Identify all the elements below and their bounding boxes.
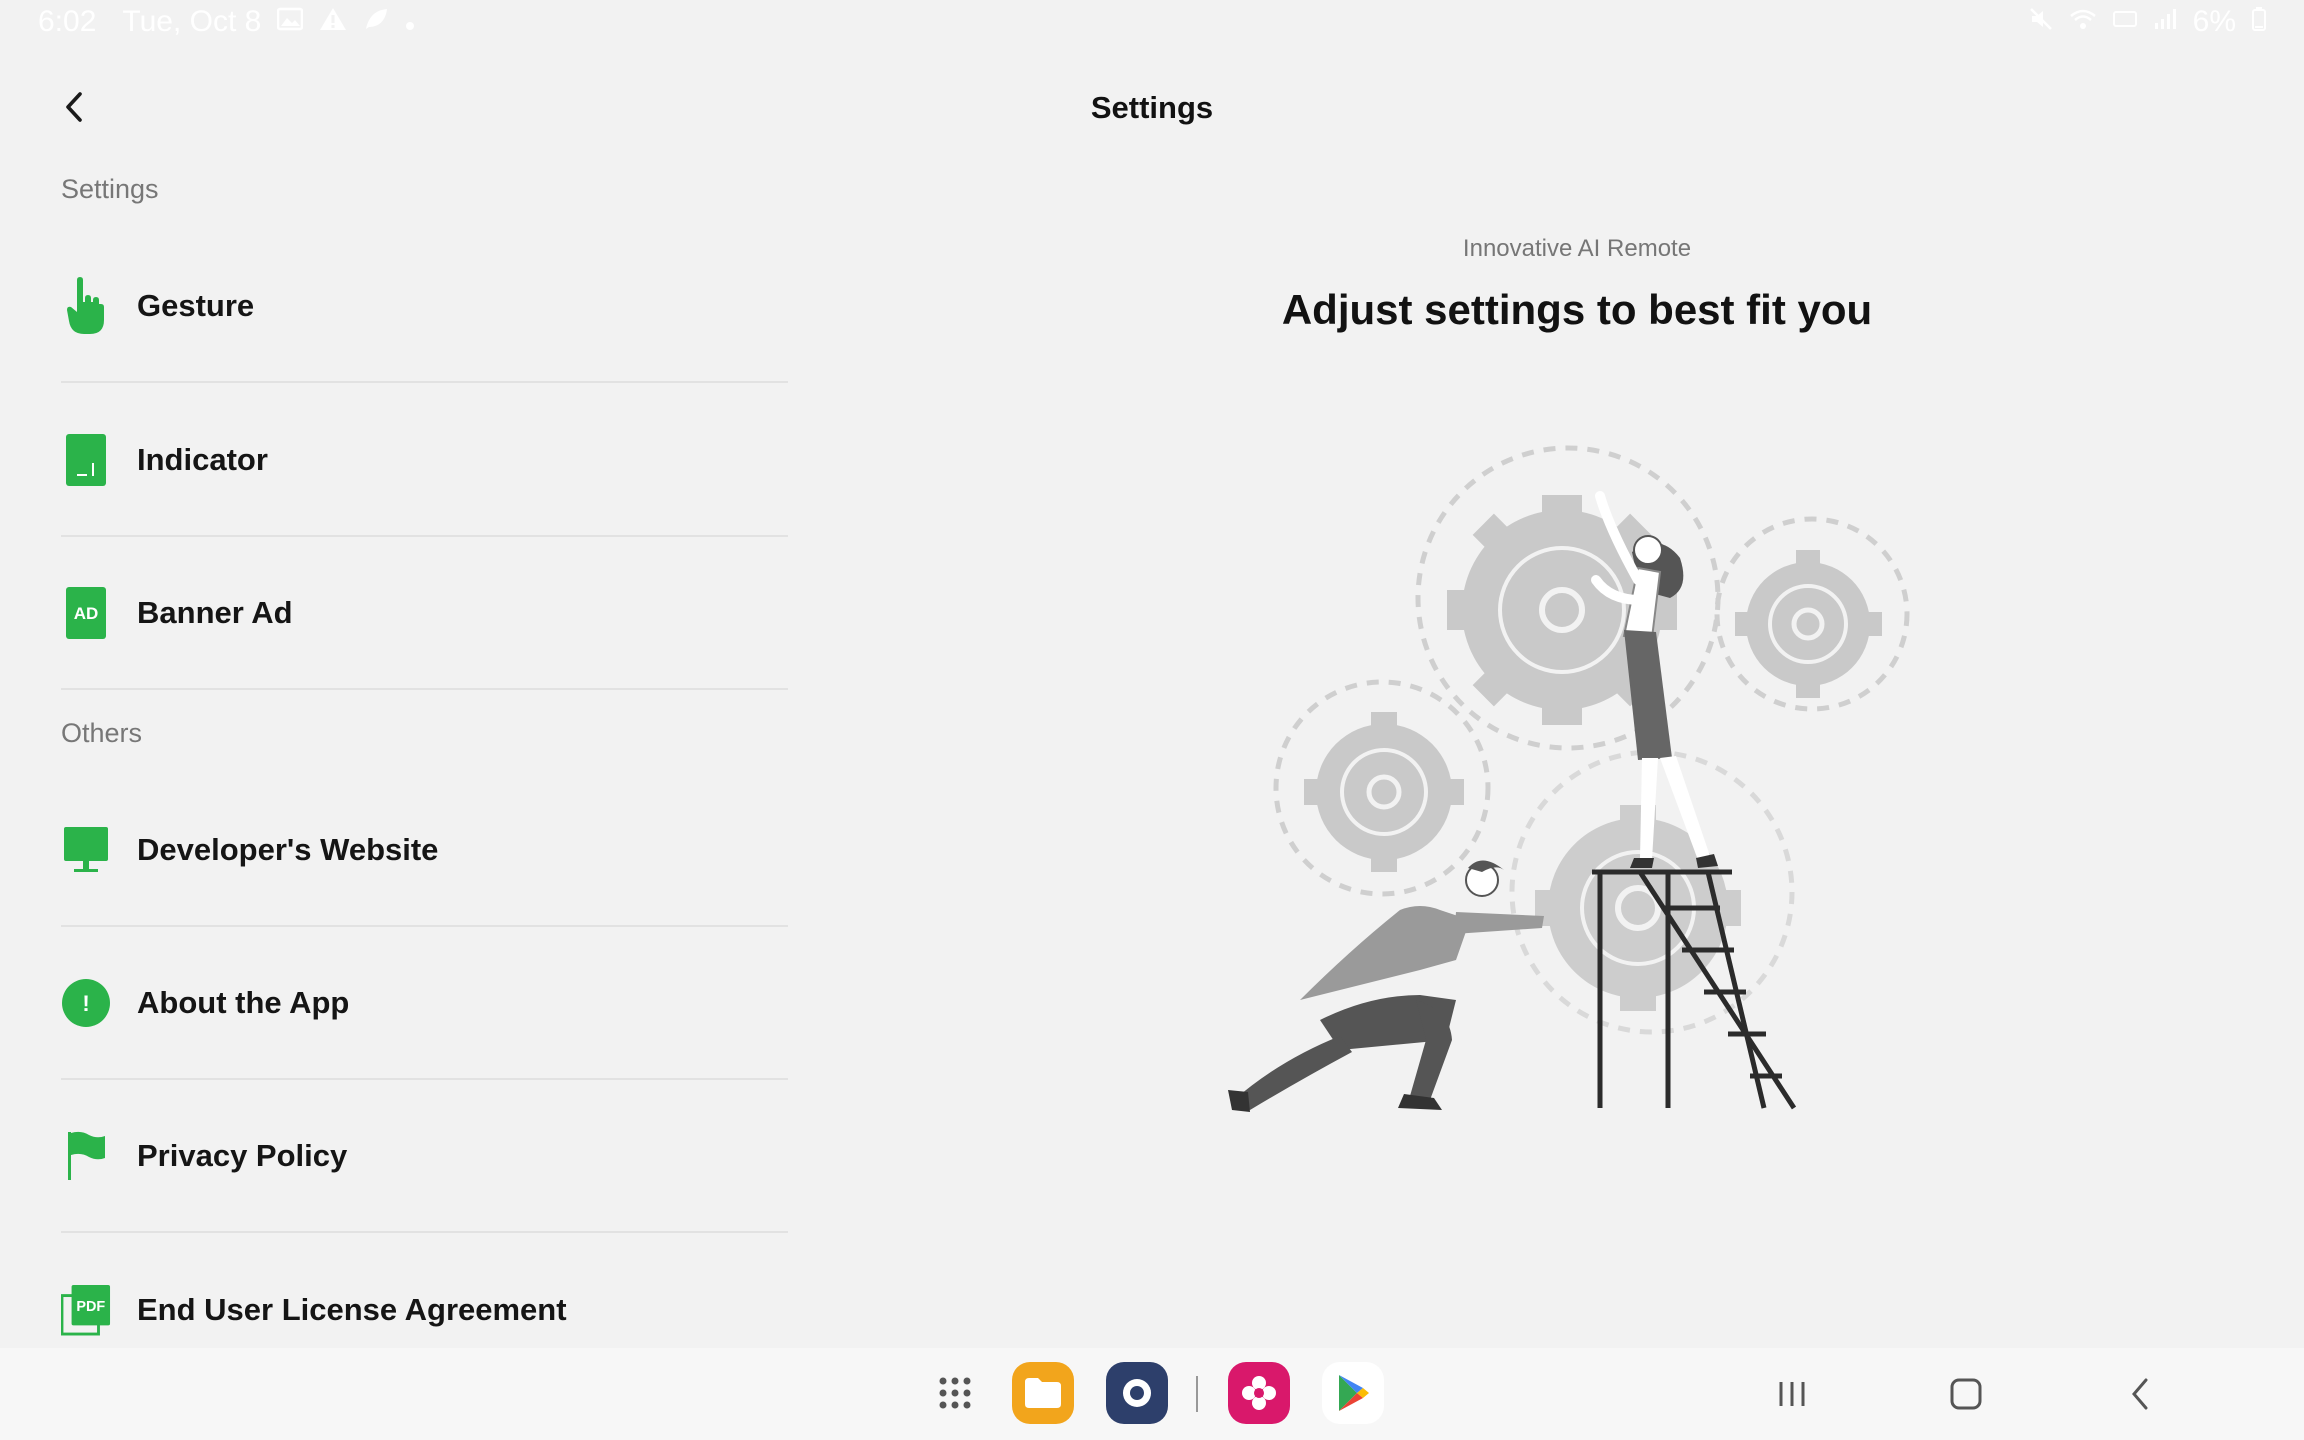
gallery-icon: [277, 7, 304, 38]
menu-item-label: Privacy Policy: [137, 1137, 348, 1173]
status-date: Tue, Oct 8: [122, 5, 262, 38]
section-header-settings: Settings: [61, 174, 159, 204]
dock-divider: [1196, 1376, 1198, 1412]
hd-icon: [2112, 7, 2137, 38]
status-time: 6:02: [38, 5, 97, 38]
menu-item-label: Banner Ad: [137, 594, 293, 630]
menu-item-label: About the App: [137, 984, 350, 1020]
section-header-others: Others: [61, 718, 143, 748]
menu-item-banner-ad[interactable]: AD Banner Ad: [61, 537, 788, 690]
battery-icon: [2252, 6, 2266, 38]
info-icon: !: [61, 973, 111, 1033]
menu-item-label: Developer's Website: [137, 831, 439, 867]
detail-headline: Adjust settings to best fit you: [1281, 286, 1873, 333]
menu-item-gesture[interactable]: Gesture: [61, 230, 788, 383]
monitor-icon: [61, 820, 111, 880]
menu-item-label: End User License Agreement: [137, 1291, 567, 1327]
pdf-icon-text: PDF: [76, 1298, 105, 1314]
app-subtitle: Innovative AI Remote: [1462, 235, 1692, 262]
navigation-bar: [0, 1348, 2304, 1440]
ad-icon-text: AD: [74, 604, 99, 623]
menu-item-label: Indicator: [137, 441, 268, 477]
page-title: Settings: [1090, 90, 1214, 125]
ad-icon: AD: [61, 583, 111, 643]
home-icon[interactable]: [1936, 1366, 1996, 1422]
detail-panel: Innovative AI Remote Adjust settings to …: [1000, 160, 2154, 1340]
menu-item-developers-website[interactable]: Developer's Website: [61, 774, 788, 927]
hand-pointer-icon: [61, 276, 111, 336]
back-icon[interactable]: [2110, 1366, 2170, 1422]
mute-icon: [2029, 7, 2053, 38]
menu-item-privacy-policy[interactable]: Privacy Policy: [61, 1080, 788, 1233]
menu-item-label: Gesture: [137, 287, 255, 323]
pdf-icon: PDF: [61, 1280, 111, 1340]
menu-item-about-the-app[interactable]: ! About the App: [61, 927, 788, 1080]
files-app-icon[interactable]: [1012, 1362, 1074, 1424]
status-left: 6:02 Tue, Oct 8: [38, 5, 415, 39]
wifi-icon: [2069, 7, 2097, 38]
menu-item-indicator[interactable]: Indicator: [61, 384, 788, 537]
status-bar: 6:02 Tue, Oct 8 6%: [0, 0, 2304, 44]
gallery-app-icon[interactable]: [1228, 1362, 1290, 1424]
recents-icon[interactable]: [1762, 1366, 1822, 1422]
status-right: 6%: [2029, 5, 2266, 39]
flag-icon: [61, 1126, 111, 1186]
indicator-icon: [61, 430, 111, 490]
battery-percent: 6%: [2192, 5, 2236, 38]
info-icon-text: !: [82, 991, 89, 1016]
play-store-icon[interactable]: [1322, 1362, 1384, 1424]
apps-grid-icon[interactable]: [924, 1362, 986, 1424]
settings-list: Settings Gesture Indicator AD Banner Ad: [0, 160, 790, 1348]
leaf-icon: [363, 7, 389, 38]
top-app-bar: Settings: [0, 60, 2304, 156]
settings-illustration: [1220, 440, 1940, 1120]
alert-icon: [319, 7, 347, 38]
signal-icon: [2153, 7, 2177, 38]
settings-app-icon[interactable]: [1106, 1362, 1168, 1424]
dot-icon: [405, 7, 415, 38]
